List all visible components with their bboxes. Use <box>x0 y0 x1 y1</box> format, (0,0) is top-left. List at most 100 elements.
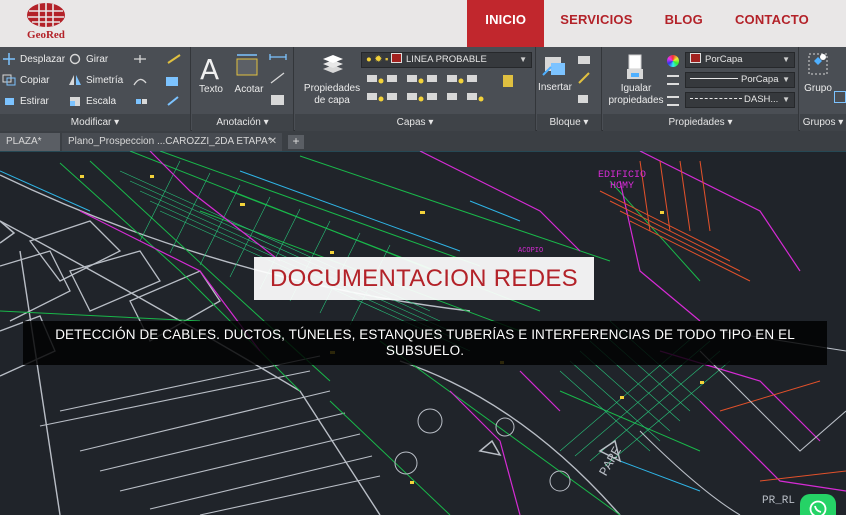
tab-plano-prospeccion[interactable]: Plano_Prospeccion ...CAROZZI_2DA ETAPA* … <box>62 133 282 151</box>
tool-grupo[interactable]: Grupo <box>802 83 834 95</box>
main-nav: INICIO SERVICIOS BLOG CONTACTO <box>467 0 846 47</box>
match-properties-icon[interactable] <box>623 53 647 81</box>
text-tool-icon[interactable]: A <box>200 53 219 86</box>
add-tab-icon[interactable]: + <box>288 135 304 149</box>
group-icon[interactable] <box>806 51 832 79</box>
tool-label: Copiar <box>20 74 50 86</box>
layer-color-swatch <box>391 53 403 63</box>
site-header: GeoRed INICIO SERVICIOS BLOG CONTACTO <box>0 0 846 47</box>
panel-title-label: Capas <box>396 117 426 128</box>
lineweight-dropdown[interactable]: PorCapa ▼ <box>685 72 795 88</box>
chevron-down-icon: ▼ <box>782 95 790 104</box>
annotation-small-tools-icon <box>269 54 287 105</box>
chevron-down-icon: ▼ <box>782 75 790 84</box>
linetype-preview <box>690 98 742 99</box>
panel-title-modificar[interactable]: Modificar ▾ <box>0 114 190 131</box>
drawing-label-acopio: ACOPIO <box>518 247 544 255</box>
tool-label: Desplazar <box>20 53 66 65</box>
close-icon[interactable]: ✕ <box>269 133 277 151</box>
nav-contacto[interactable]: CONTACTO <box>719 0 846 47</box>
nav-inicio[interactable]: INICIO <box>467 0 545 47</box>
label-line: HOMY <box>610 181 635 192</box>
tool-label: Girar <box>86 53 109 65</box>
geored-logo[interactable]: GeoRed <box>18 2 74 44</box>
lightbulb-icon: ● <box>366 54 372 65</box>
copy-icon <box>2 74 16 86</box>
whatsapp-icon[interactable] <box>800 494 836 515</box>
tab-plaza[interactable]: PLAZA* <box>0 133 60 151</box>
panel-anotacion: A Texto Acotar Anotación ▾ <box>192 47 294 131</box>
tool-simetria[interactable]: Simetría <box>68 74 123 86</box>
lineweight-preview <box>690 78 738 79</box>
color-swatch <box>690 53 701 63</box>
color-dropdown[interactable]: PorCapa ▼ <box>685 52 795 68</box>
panel-title-label: Grupos <box>802 117 836 128</box>
tool-girar[interactable]: Girar <box>68 53 108 65</box>
insert-block-icon[interactable] <box>541 53 567 79</box>
linetype-dropdown[interactable]: DASH... ▼ <box>685 92 795 108</box>
tool-desplazar[interactable]: Desplazar <box>2 53 65 65</box>
panel-propiedades: Igualar propiedades PorCapa ▼ PorCapa ▼ … <box>603 47 799 131</box>
whatsapp-glyph <box>809 500 827 515</box>
tool-propiedades-capa[interactable]: Propiedades de capa <box>299 83 365 107</box>
dimension-icon[interactable] <box>234 53 260 79</box>
nav-servicios[interactable]: SERVICIOS <box>544 0 648 47</box>
tool-escala[interactable]: Escala <box>68 95 116 107</box>
panel-title-label: Modificar <box>70 117 112 128</box>
sun-icon: ✹ <box>374 54 383 65</box>
tool-insertar[interactable]: Insertar <box>537 82 573 94</box>
screen: GeoRed INICIO SERVICIOS BLOG CONTACTO De… <box>0 0 846 515</box>
tool-label: Estirar <box>20 95 49 107</box>
lineweight-value: PorCapa <box>741 74 779 85</box>
panel-capas: Propiedades de capa ● ✹ ▪ LINEA PROBABLE… <box>295 47 536 131</box>
tool-label: Escala <box>86 95 117 107</box>
panel-grupos: Grupo Grupos ▾ <box>800 47 846 131</box>
drawing-label-pr: PR_RL <box>762 495 796 507</box>
panel-modificar: Desplazar Girar Copiar Simetría Estirar … <box>0 47 191 131</box>
mirror-icon <box>69 75 81 85</box>
drawing-tabs: PLAZA* Plano_Prospeccion ...CAROZZI_2DA … <box>0 131 846 151</box>
color-value: PorCapa <box>705 54 743 65</box>
tool-estirar[interactable]: Estirar <box>2 95 49 107</box>
chevron-down-icon: ▼ <box>519 55 527 64</box>
panel-title-propiedades[interactable]: Propiedades ▾ <box>603 114 798 131</box>
linetype-icon <box>667 96 679 106</box>
tab-label: Plano_Prospeccion ...CAROZZI_2DA ETAPA* <box>68 136 272 147</box>
label-line: EDIFICIO <box>598 170 647 181</box>
modify-small-tools-icon <box>133 54 181 106</box>
globe-logo-icon <box>27 3 65 27</box>
tool-copiar[interactable]: Copiar <box>2 74 49 86</box>
panel-title-grupos[interactable]: Grupos ▾ <box>800 114 846 131</box>
tool-acotar[interactable]: Acotar <box>232 84 266 96</box>
current-layer-dropdown[interactable]: ● ✹ ▪ LINEA PROBABLE ▼ <box>361 52 532 68</box>
current-layer-name: LINEA PROBABLE <box>406 54 487 65</box>
brand-name: GeoRed <box>27 29 65 41</box>
layer-properties-icon[interactable] <box>319 53 347 77</box>
hero-title: DOCUMENTACION REDES <box>254 257 594 300</box>
block-small-tools-icon <box>578 56 590 103</box>
scale-icon <box>70 97 80 106</box>
panel-title-anotacion[interactable]: Anotación ▾ <box>192 114 293 131</box>
lineweight-icon <box>667 75 679 85</box>
tool-igualar-propiedades[interactable]: Igualar propiedades <box>605 83 667 107</box>
drawing-label-edificio: EDIFICIO HOMY <box>598 170 646 192</box>
tool-label: Simetría <box>86 74 124 86</box>
color-wheel-icon <box>667 55 679 67</box>
hero-subtitle: DETECCIÓN DE CABLES. DUCTOS, TÚNELES, ES… <box>23 321 827 365</box>
panel-title-label: Anotación <box>216 117 261 128</box>
panel-title-label: Bloque <box>549 117 581 128</box>
ungroup-icon[interactable] <box>834 91 846 103</box>
move-icon <box>3 53 15 65</box>
panel-title-capas[interactable]: Capas ▾ <box>295 114 535 131</box>
tab-label: PLAZA* <box>6 136 42 147</box>
nav-blog[interactable]: BLOG <box>649 0 719 47</box>
linetype-value: DASH... <box>744 94 779 105</box>
panel-title-label: Propiedades <box>668 117 725 128</box>
cad-ribbon: Desplazar Girar Copiar Simetría Estirar … <box>0 47 846 131</box>
panel-bloque: Insertar Bloque ▾ <box>537 47 602 131</box>
tool-texto[interactable]: Texto <box>196 84 226 96</box>
chevron-down-icon: ▼ <box>782 55 790 64</box>
lock-icon: ▪ <box>385 54 389 65</box>
stretch-icon <box>5 98 14 105</box>
panel-title-bloque[interactable]: Bloque ▾ <box>537 114 601 131</box>
